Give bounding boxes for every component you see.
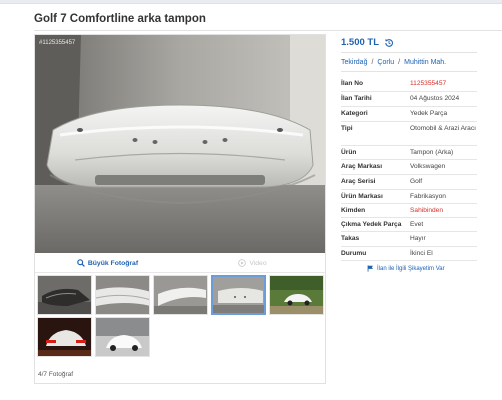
thumbnail-7-image [96, 318, 149, 356]
video-button[interactable]: Video [180, 255, 325, 271]
thumbnail-4[interactable] [211, 275, 266, 315]
detail-label: İlan Tarihi [341, 95, 372, 102]
detail-row-urun-markasi: Ürün Markası Fabrikasyon [341, 190, 477, 204]
location-breadcrumb: Tekirdağ / Çorlu / Muhittin Mah. [341, 59, 446, 66]
big-photo-label: Büyük Fotoğraf [87, 259, 139, 267]
detail-label: Kategori [341, 110, 368, 117]
detail-label: Tipi [341, 125, 353, 132]
play-icon [238, 259, 247, 267]
location-separator: / [371, 59, 374, 66]
detail-value: Yedek Parça [410, 110, 448, 117]
thumbnail-6-image [38, 318, 91, 356]
detail-label: Kimden [341, 207, 366, 214]
detail-row-arac-markasi: Araç Markası Volkswagen [341, 160, 477, 175]
thumbnail-6[interactable] [37, 317, 92, 357]
main-photo-image [35, 35, 325, 253]
detail-value: 04 Ağustos 2024 [410, 95, 460, 102]
thumbnail-2[interactable] [95, 275, 150, 315]
title-divider [34, 30, 502, 31]
detail-row-durumu: Durumu İkinci El [341, 247, 477, 261]
location-neighborhood[interactable]: Muhittin Mah. [404, 59, 446, 66]
detail-row-urun: Ürün Tampon (Arka) [341, 146, 477, 160]
magnifier-icon [77, 259, 85, 267]
detail-row-arac-serisi: Araç Serisi Golf [341, 175, 477, 190]
main-photo[interactable]: #1125355457 [35, 35, 325, 253]
detail-label: Durumu [341, 250, 367, 257]
photo-id-watermark: #1125355457 [39, 40, 76, 46]
video-label: Video [249, 259, 267, 267]
thumbnail-1[interactable] [37, 275, 92, 315]
detail-value: Sahibinden [410, 207, 443, 214]
flag-icon [367, 265, 373, 272]
listing-details: İlan No 1125355457 İlan Tarihi 04 Ağusto… [341, 76, 477, 261]
detail-row-cikma-yedek-parca: Çıkma Yedek Parça Evet [341, 218, 477, 232]
detail-label: Ürün [341, 149, 357, 156]
detail-label: Araç Markası [341, 163, 383, 170]
thumbnail-5[interactable] [269, 275, 324, 315]
report-listing-link[interactable]: İlan ile İlgili Şikayetim Var [367, 265, 445, 272]
detail-row-tipi: Tipi Otomobil & Arazi Aracı [341, 122, 477, 146]
detail-value: Volkswagen [410, 163, 446, 170]
thumbnail-3-image [154, 276, 207, 314]
thumbnail-7[interactable] [95, 317, 150, 357]
location-district[interactable]: Çorlu [377, 59, 394, 66]
toolbar-divider [35, 272, 325, 273]
detail-value: Evet [410, 221, 424, 228]
thumbnail-2-image [96, 276, 149, 314]
detail-row-takas: Takas Hayır [341, 232, 477, 247]
detail-label: Çıkma Yedek Parça [341, 221, 402, 228]
page-title: Golf 7 Comfortline arka tampon [34, 13, 206, 25]
price: 1.500 TL [341, 37, 380, 48]
detail-label: İlan No [341, 80, 363, 87]
thumbnail-3[interactable] [153, 275, 208, 315]
browser-top-strip [0, 0, 502, 4]
detail-label: Ürün Markası [341, 193, 383, 200]
report-listing-label: İlan ile İlgili Şikayetim Var [377, 265, 445, 272]
detail-value: Fabrikasyon [410, 193, 446, 200]
photo-toolbar: Büyük Fotoğraf Video [35, 255, 325, 271]
price-row: 1.500 TL [341, 37, 394, 48]
big-photo-button[interactable]: Büyük Fotoğraf [35, 255, 180, 271]
photo-gallery: #1125355457 Büyük Fotoğraf Video 4/7 Fot… [34, 34, 326, 384]
location-divider [341, 71, 477, 72]
thumbnail-1-image [38, 276, 91, 314]
photo-counter: 4/7 Fotoğraf [38, 371, 74, 378]
detail-value: İkinci El [410, 250, 433, 257]
detail-value: Tampon (Arka) [410, 149, 454, 156]
detail-label: Takas [341, 235, 360, 242]
location-separator: / [398, 59, 401, 66]
location-city[interactable]: Tekirdağ [341, 59, 367, 66]
detail-label: Araç Serisi [341, 178, 376, 185]
thumbnail-5-image [270, 276, 323, 314]
detail-row-kategori: Kategori Yedek Parça [341, 107, 477, 122]
price-history-icon[interactable] [384, 38, 394, 48]
detail-row-ilan-tarihi: İlan Tarihi 04 Ağustos 2024 [341, 92, 477, 107]
detail-row-ilan-no: İlan No 1125355457 [341, 76, 477, 92]
detail-value: Hayır [410, 235, 426, 242]
thumbnail-4-image [213, 277, 264, 313]
detail-value: Golf [410, 178, 423, 185]
detail-value: 1125355457 [410, 80, 447, 87]
detail-row-kimden: Kimden Sahibinden [341, 204, 477, 218]
price-divider [341, 52, 477, 53]
detail-value: Otomobil & Arazi Aracı [410, 125, 476, 132]
